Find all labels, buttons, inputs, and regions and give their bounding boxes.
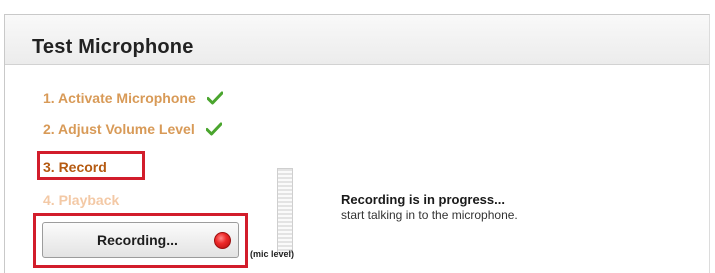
step-record: 3. Record bbox=[43, 159, 107, 175]
step-playback: 4. Playback bbox=[43, 192, 119, 208]
step-label: 1. Activate Microphone bbox=[43, 90, 196, 106]
panel-header: Test Microphone bbox=[5, 15, 709, 65]
mic-level-meter bbox=[277, 168, 293, 253]
checkmark-icon bbox=[206, 91, 224, 108]
test-microphone-page: Test Microphone 1. Activate Microphone 2… bbox=[0, 0, 715, 273]
step-label: 4. Playback bbox=[43, 192, 120, 208]
recording-button[interactable]: Recording... bbox=[42, 222, 239, 258]
recording-button-label: Recording... bbox=[97, 232, 178, 248]
panel-title: Test Microphone bbox=[32, 36, 194, 58]
step-label: 3. Record bbox=[43, 159, 107, 175]
recording-status-title: Recording is in progress... bbox=[341, 192, 505, 207]
step-activate-microphone: 1. Activate Microphone bbox=[43, 90, 224, 108]
record-dot-icon bbox=[214, 232, 231, 249]
checkmark-icon bbox=[205, 122, 223, 139]
mic-level-label: (mic level) bbox=[250, 249, 295, 259]
step-adjust-volume-level: 2. Adjust Volume Level bbox=[43, 121, 223, 139]
step-label: 2. Adjust Volume Level bbox=[43, 121, 195, 137]
recording-status-subtitle: start talking in to the microphone. bbox=[341, 208, 518, 222]
